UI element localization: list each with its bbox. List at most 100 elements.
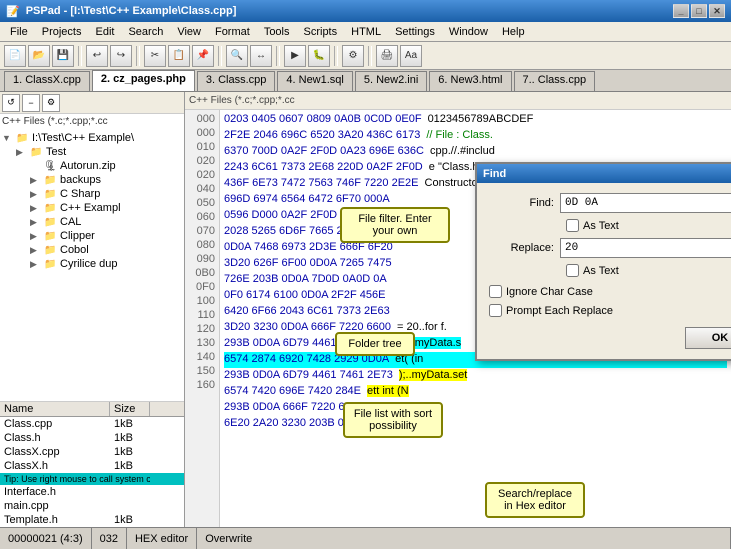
tree-node-autorun[interactable]: 🗜 Autorun.zip (2, 159, 182, 173)
tree-node-csharp[interactable]: ▶ 📁 C Sharp (2, 187, 182, 201)
file-name: Class.h (0, 432, 110, 444)
expand-icon: ▶ (30, 259, 42, 270)
sidebar-refresh-button[interactable]: ↺ (2, 94, 20, 112)
save-button[interactable]: 💾 (52, 45, 74, 67)
minimize-button[interactable]: _ (673, 4, 689, 18)
menu-file[interactable]: File (4, 25, 34, 39)
list-item[interactable]: Template.h 1kB (0, 513, 184, 527)
expand-icon: ▶ (30, 189, 42, 200)
paste-button[interactable]: 📌 (192, 45, 214, 67)
code-line: 293B 0D0A 6D79 4461 7461 2E73 );..myData… (224, 368, 727, 384)
status-mode: HEX editor (127, 528, 197, 549)
menu-edit[interactable]: Edit (89, 25, 120, 39)
titlebar-title: PSPad - [I:\Test\C++ Example\Class.cpp] (26, 5, 237, 17)
menu-html[interactable]: HTML (345, 25, 387, 39)
expand-icon: ▶ (30, 217, 42, 228)
statusbar: 00000021 (4:3) 032 HEX editor Overwrite (0, 527, 731, 549)
code-line: 6370 700D 0A2F 2F0D 0A23 696E 636C cpp./… (224, 144, 727, 160)
code-header-label: C++ Files (*.c;*.cpp;*.cc (189, 95, 295, 106)
format-button[interactable]: Aa (400, 45, 422, 67)
folder-tree[interactable]: ▼ 📁 I:\Test\C++ Example\ ▶ 📁 Test 🗜 Auto… (0, 129, 184, 401)
list-item[interactable]: Class.h 1kB (0, 431, 184, 445)
run-button[interactable]: ▶ (284, 45, 306, 67)
replace-astext-label: As Text (583, 265, 619, 277)
cut-button[interactable]: ✂ (144, 45, 166, 67)
status-col: 032 (92, 528, 127, 549)
tab-class-cpp[interactable]: 3. Class.cpp (197, 71, 276, 91)
ignore-case-checkbox[interactable] (489, 285, 502, 298)
code-line: 6E20 2A20 3230 203B 0D0A 7D0D 0A (224, 416, 727, 432)
sidebar-collapse-button[interactable]: − (22, 94, 40, 112)
debug-button[interactable]: 🐛 (308, 45, 330, 67)
menu-projects[interactable]: Projects (36, 25, 88, 39)
tree-node-root[interactable]: ▼ 📁 I:\Test\C++ Example\ (2, 131, 182, 145)
sidebar-settings-button[interactable]: ⚙ (42, 94, 60, 112)
toolbar-sep6 (368, 46, 372, 66)
undo-button[interactable]: ↩ (86, 45, 108, 67)
col-size[interactable]: Size (110, 402, 150, 416)
prompt-replace-checkbox[interactable] (489, 304, 502, 317)
tree-label: backups (60, 174, 101, 186)
open-button[interactable]: 📂 (28, 45, 50, 67)
expand-icon: ▶ (16, 147, 28, 158)
find-input[interactable] (560, 193, 731, 213)
menu-format[interactable]: Format (209, 25, 256, 39)
menu-window[interactable]: Window (443, 25, 494, 39)
list-item[interactable]: Class.cpp 1kB (0, 417, 184, 431)
folder-icon: 📁 (44, 175, 58, 186)
tree-node-cyrilice[interactable]: ▶ 📁 Cyrilice dup (2, 257, 182, 271)
menu-scripts[interactable]: Scripts (298, 25, 344, 39)
list-item[interactable]: Interface.h (0, 485, 184, 499)
expand-icon: ▶ (30, 203, 42, 214)
code-line: 0203 0405 0607 0809 0A0B 0C0D 0E0F 01234… (224, 112, 727, 128)
list-item[interactable]: ClassX.cpp 1kB (0, 445, 184, 459)
dialog-title-text: Find (483, 168, 506, 180)
ok-button[interactable]: OK (685, 327, 731, 349)
menu-view[interactable]: View (171, 25, 207, 39)
file-name: ClassX.cpp (0, 446, 110, 458)
folder-icon: 📁 (30, 147, 44, 158)
tree-node-backups[interactable]: ▶ 📁 backups (2, 173, 182, 187)
replace-astext-checkbox[interactable] (566, 264, 579, 277)
copy-button[interactable]: 📋 (168, 45, 190, 67)
tree-node-cpp-exampl[interactable]: ▶ 📁 C++ Exampl (2, 201, 182, 215)
menu-tools[interactable]: Tools (258, 25, 296, 39)
redo-button[interactable]: ↪ (110, 45, 132, 67)
dialog-body: Find: As Text Replace: As Text (477, 183, 731, 359)
find-astext-checkbox[interactable] (566, 219, 579, 232)
tab-class-cpp2[interactable]: 7.. Class.cpp (514, 71, 596, 91)
settings-button[interactable]: ⚙ (342, 45, 364, 67)
tree-node-clipper[interactable]: ▶ 📁 Clipper (2, 229, 182, 243)
tabs: 1. ClassX.cpp 2. cz_pages.php 3. Class.c… (0, 70, 731, 92)
tree-label: I:\Test\C++ Example\ (32, 132, 134, 144)
titlebar-controls[interactable]: _ □ ✕ (673, 4, 725, 18)
menu-help[interactable]: Help (496, 25, 531, 39)
replace-button[interactable]: ↔ (250, 45, 272, 67)
file-name: main.cpp (0, 500, 110, 512)
print-button[interactable]: 🖨 (376, 45, 398, 67)
tab-new1-sql[interactable]: 4. New1.sql (277, 71, 352, 91)
replace-input[interactable] (560, 238, 731, 258)
sidebar: ↺ − ⚙ C++ Files (*.c;*.cpp;*.cc ▼ 📁 I:\T… (0, 92, 185, 527)
list-item-tip[interactable]: Tip: Use right mouse to call system cont… (0, 473, 184, 485)
main-area: ↺ − ⚙ C++ Files (*.c;*.cpp;*.cc ▼ 📁 I:\T… (0, 92, 731, 527)
tab-cz-pages[interactable]: 2. cz_pages.php (92, 70, 195, 91)
list-item[interactable]: main.cpp (0, 499, 184, 513)
code-editor[interactable]: C++ Files (*.c;*.cpp;*.cc 000 000 010 02… (185, 92, 731, 527)
new-button[interactable]: 📄 (4, 45, 26, 67)
maximize-button[interactable]: □ (691, 4, 707, 18)
tab-classx-cpp[interactable]: 1. ClassX.cpp (4, 71, 90, 91)
menu-settings[interactable]: Settings (389, 25, 441, 39)
tree-node-cobol[interactable]: ▶ 📁 Cobol (2, 243, 182, 257)
find-button[interactable]: 🔍 (226, 45, 248, 67)
col-name[interactable]: Name (0, 402, 110, 416)
menu-search[interactable]: Search (122, 25, 169, 39)
tab-new3-html[interactable]: 6. New3.html (429, 71, 511, 91)
list-item[interactable]: ClassX.h 1kB (0, 459, 184, 473)
tree-node-cal[interactable]: ▶ 📁 CAL (2, 215, 182, 229)
mode-text: HEX editor (135, 533, 188, 545)
expand-icon: ▶ (30, 231, 42, 242)
tree-node-test[interactable]: ▶ 📁 Test (2, 145, 182, 159)
tab-new2-ini[interactable]: 5. New2.ini (355, 71, 427, 91)
close-button[interactable]: ✕ (709, 4, 725, 18)
